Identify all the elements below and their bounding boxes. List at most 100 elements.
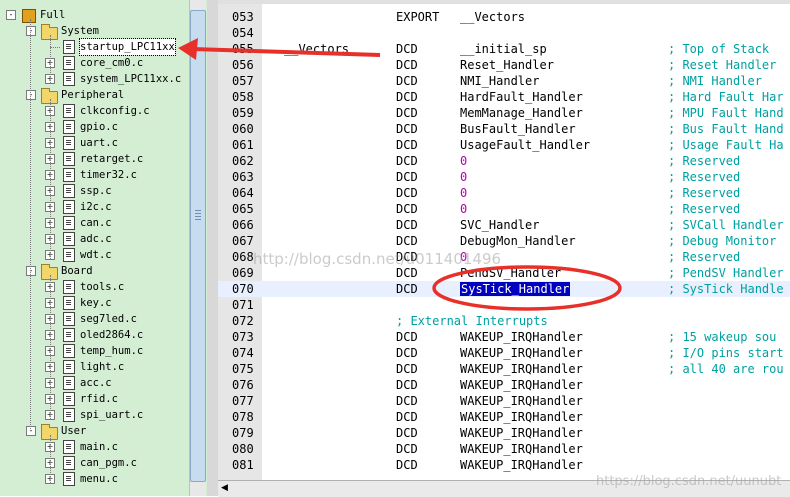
code-directive: DCD — [396, 282, 418, 296]
file-icon — [63, 248, 75, 262]
tree-file[interactable]: + gpio.c — [0, 119, 188, 135]
code-line[interactable]: 080 DCD WAKEUP_IRQHandler — [218, 441, 790, 457]
code-line[interactable]: 056 DCD Reset_Handler ; Reset Handler — [218, 57, 790, 73]
code-line[interactable]: 061 DCD UsageFault_Handler ; Usage Fault Ha — [218, 137, 790, 153]
code-line[interactable]: 071 — [218, 297, 790, 313]
code-line[interactable]: 057 DCD NMI_Handler ; NMI Handler — [218, 73, 790, 89]
code-line[interactable]: 063 DCD 0 ; Reserved — [218, 169, 790, 185]
code-line[interactable]: 062 DCD 0 ; Reserved — [218, 153, 790, 169]
code-directive: DCD — [396, 58, 418, 72]
tree-file[interactable]: + ssp.c — [0, 183, 188, 199]
tree-file[interactable]: + light.c — [0, 359, 188, 375]
tree-file[interactable]: + can_pgm.c — [0, 455, 188, 471]
code-line[interactable]: 064 DCD 0 ; Reserved — [218, 185, 790, 201]
code-line[interactable]: 065 DCD 0 ; Reserved — [218, 201, 790, 217]
tree-file[interactable]: + uart.c — [0, 135, 188, 151]
tree-connector — [30, 19, 31, 431]
line-number: 058 — [232, 90, 254, 104]
code-operand: WAKEUP_IRQHandler — [460, 362, 583, 376]
code-directive: DCD — [396, 426, 418, 440]
code-line[interactable]: 081 DCD WAKEUP_IRQHandler — [218, 457, 790, 473]
tree-group[interactable]: - Board — [0, 263, 188, 280]
scroll-left-arrow-icon[interactable]: ◀ — [221, 482, 231, 494]
tree-file[interactable]: + temp_hum.c — [0, 343, 188, 359]
file-icon — [63, 56, 75, 70]
tree-file[interactable]: + wdt.c — [0, 247, 188, 263]
tree-group[interactable]: - User — [0, 423, 188, 440]
file-icon — [63, 344, 75, 358]
collapse-toggle[interactable]: - — [26, 26, 36, 36]
tree-scrollbar-thumb[interactable] — [190, 10, 206, 482]
tree-file[interactable]: + adc.c — [0, 231, 188, 247]
code-line[interactable]: 067 DCD DebugMon_Handler ; Debug Monitor — [218, 233, 790, 249]
tree-root[interactable]: - Full — [0, 7, 188, 23]
code-line[interactable]: 075 DCD WAKEUP_IRQHandler ; all 40 are rou — [218, 361, 790, 377]
tree-file[interactable]: + timer32.c — [0, 167, 188, 183]
code-directive: DCD — [396, 138, 418, 152]
code-line[interactable]: 077 DCD WAKEUP_IRQHandler — [218, 393, 790, 409]
code-operand: HardFault_Handler — [460, 90, 583, 104]
tree-file-label: uart.c — [80, 137, 118, 149]
tree-file[interactable]: + system_LPC11xx.c — [0, 71, 188, 87]
code-line[interactable]: 073 DCD WAKEUP_IRQHandler ; 15 wakeup sou — [218, 329, 790, 345]
collapse-toggle[interactable]: - — [26, 426, 36, 436]
code-operand: WAKEUP_IRQHandler — [460, 346, 583, 360]
collapse-toggle[interactable]: - — [6, 10, 16, 20]
line-number: 078 — [232, 410, 254, 424]
code-operand: 0 — [460, 202, 468, 216]
tree-file[interactable]: + acc.c — [0, 375, 188, 391]
code-line[interactable]: 072 ; External Interrupts — [218, 313, 790, 329]
code-directive: DCD — [396, 362, 418, 376]
file-icon — [63, 328, 75, 342]
tree-file[interactable]: startup_LPC11xx — [0, 38, 188, 56]
code-line[interactable]: 055 __Vectors DCD __initial_sp ; Top of Stac… — [218, 41, 790, 57]
code-line[interactable]: 054 — [218, 25, 790, 41]
code-comment: ; PendSV Handler — [668, 266, 784, 280]
tree-file[interactable]: + main.c — [0, 439, 188, 455]
tree-file[interactable]: + can.c — [0, 215, 188, 231]
tree-file[interactable]: + rfid.c — [0, 391, 188, 407]
tree-file[interactable]: + tools.c — [0, 279, 188, 295]
code-directive: DCD — [396, 106, 418, 120]
tree-file[interactable]: + core_cm0.c — [0, 55, 188, 71]
code-line[interactable]: 060 DCD BusFault_Handler ; Bus Fault Hand — [218, 121, 790, 137]
code-operand: SysTick_Handler — [460, 281, 571, 297]
code-operand: 0 — [460, 186, 468, 200]
code-line[interactable]: 070 DCD SysTick_Handler ; SysTick Handle — [218, 281, 790, 297]
code-directive: DCD — [396, 234, 418, 248]
code-directive: EXPORT — [396, 10, 440, 24]
code-line[interactable]: 066 DCD SVC_Handler ; SVCall Handler — [218, 217, 790, 233]
code-line[interactable]: 078 DCD WAKEUP_IRQHandler — [218, 409, 790, 425]
code-operand: WAKEUP_IRQHandler — [460, 458, 583, 472]
tree-group[interactable]: - System — [0, 23, 188, 40]
file-icon — [63, 232, 75, 246]
tree-file[interactable]: + oled2864.c — [0, 327, 188, 343]
code-line[interactable]: 074 DCD WAKEUP_IRQHandler ; I/O pins start — [218, 345, 790, 361]
line-number: 077 — [232, 394, 254, 408]
collapse-toggle[interactable]: - — [26, 90, 36, 100]
tree-file-label: clkconfig.c — [80, 105, 150, 117]
collapse-toggle[interactable]: - — [26, 266, 36, 276]
code-line[interactable]: 079 DCD WAKEUP_IRQHandler — [218, 425, 790, 441]
tree-file-label: main.c — [80, 441, 118, 453]
tree-file[interactable]: + clkconfig.c — [0, 103, 188, 119]
tree-group[interactable]: - Peripheral — [0, 87, 188, 104]
tree-file[interactable]: + spi_uart.c — [0, 407, 188, 423]
code-label: __Vectors — [284, 42, 350, 56]
code-line[interactable]: 053 EXPORT __Vectors — [218, 9, 790, 25]
selected-text[interactable]: SysTick_Handler — [460, 282, 571, 296]
tree-file[interactable]: + seg7led.c — [0, 311, 188, 327]
tree-connector — [50, 47, 60, 48]
file-icon — [63, 408, 75, 422]
tree-file[interactable]: + i2c.c — [0, 199, 188, 215]
tree-file[interactable]: + retarget.c — [0, 151, 188, 167]
file-icon — [63, 168, 75, 182]
code-line[interactable]: 076 DCD WAKEUP_IRQHandler — [218, 377, 790, 393]
code-operand: WAKEUP_IRQHandler — [460, 330, 583, 344]
tree-file[interactable]: + menu.c — [0, 471, 188, 487]
tree-file-label: wdt.c — [80, 249, 112, 261]
code-line[interactable]: 058 DCD HardFault_Handler ; Hard Fault Har — [218, 89, 790, 105]
code-line[interactable]: 059 DCD MemManage_Handler ; MPU Fault Hand — [218, 105, 790, 121]
tree-file[interactable]: + key.c — [0, 295, 188, 311]
code-directive: DCD — [396, 42, 418, 56]
